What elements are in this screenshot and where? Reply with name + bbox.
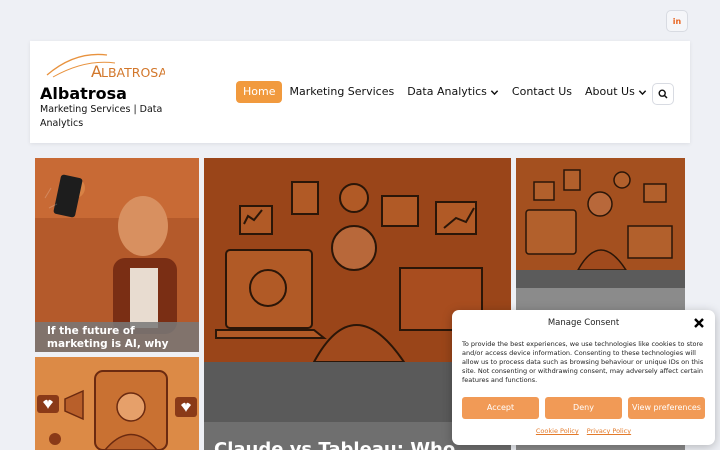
linkedin-label: in bbox=[672, 16, 682, 26]
chevron-down-icon bbox=[490, 89, 499, 95]
accept-button[interactable]: Accept bbox=[462, 397, 539, 419]
post-title[interactable]: Claude vs Tableau: Who bbox=[214, 439, 455, 450]
site-header: A LBATROSA Albatrosa Marketing Services … bbox=[30, 41, 690, 143]
site-title[interactable]: Albatrosa bbox=[40, 84, 127, 103]
nav-about-us[interactable]: About Us bbox=[580, 81, 652, 103]
main-nav: Home Marketing Services Data Analytics C… bbox=[236, 81, 655, 103]
post-card[interactable] bbox=[35, 357, 199, 450]
nav-contact-us[interactable]: Contact Us bbox=[507, 81, 577, 103]
nav-data-analytics[interactable]: Data Analytics bbox=[402, 81, 504, 103]
search-icon bbox=[658, 89, 668, 99]
albatrosa-logo[interactable]: A LBATROSA bbox=[45, 47, 165, 81]
post-image bbox=[516, 158, 685, 271]
cookie-consent-dialog: Manage Consent To provide the best exper… bbox=[452, 310, 715, 445]
post-image bbox=[35, 357, 199, 450]
search-button[interactable] bbox=[652, 83, 674, 105]
consent-body: To provide the best experiences, we use … bbox=[462, 340, 704, 384]
site-tagline: Marketing Services | Data Analytics bbox=[40, 104, 163, 129]
linkedin-icon[interactable]: in bbox=[666, 10, 688, 32]
cookie-policy-link[interactable]: Cookie Policy bbox=[536, 427, 579, 435]
privacy-policy-link[interactable]: Privacy Policy bbox=[587, 427, 631, 435]
consent-title: Manage Consent bbox=[547, 318, 620, 328]
nav-marketing-services[interactable]: Marketing Services bbox=[284, 81, 399, 103]
deny-button[interactable]: Deny bbox=[545, 397, 622, 419]
nav-home[interactable]: Home bbox=[236, 81, 283, 103]
logo-text: LBATROSA bbox=[101, 65, 165, 80]
close-icon[interactable] bbox=[693, 317, 705, 329]
post-title[interactable]: If the future of marketing is AI, why is… bbox=[35, 322, 199, 352]
post-card[interactable]: If the future of marketing is AI, why is… bbox=[35, 158, 199, 352]
view-preferences-button[interactable]: View preferences bbox=[628, 397, 705, 419]
top-bar: in bbox=[0, 0, 720, 40]
consent-links: Cookie Policy Privacy Policy bbox=[452, 427, 715, 435]
image-footer bbox=[516, 270, 685, 288]
chevron-down-icon bbox=[638, 89, 646, 95]
